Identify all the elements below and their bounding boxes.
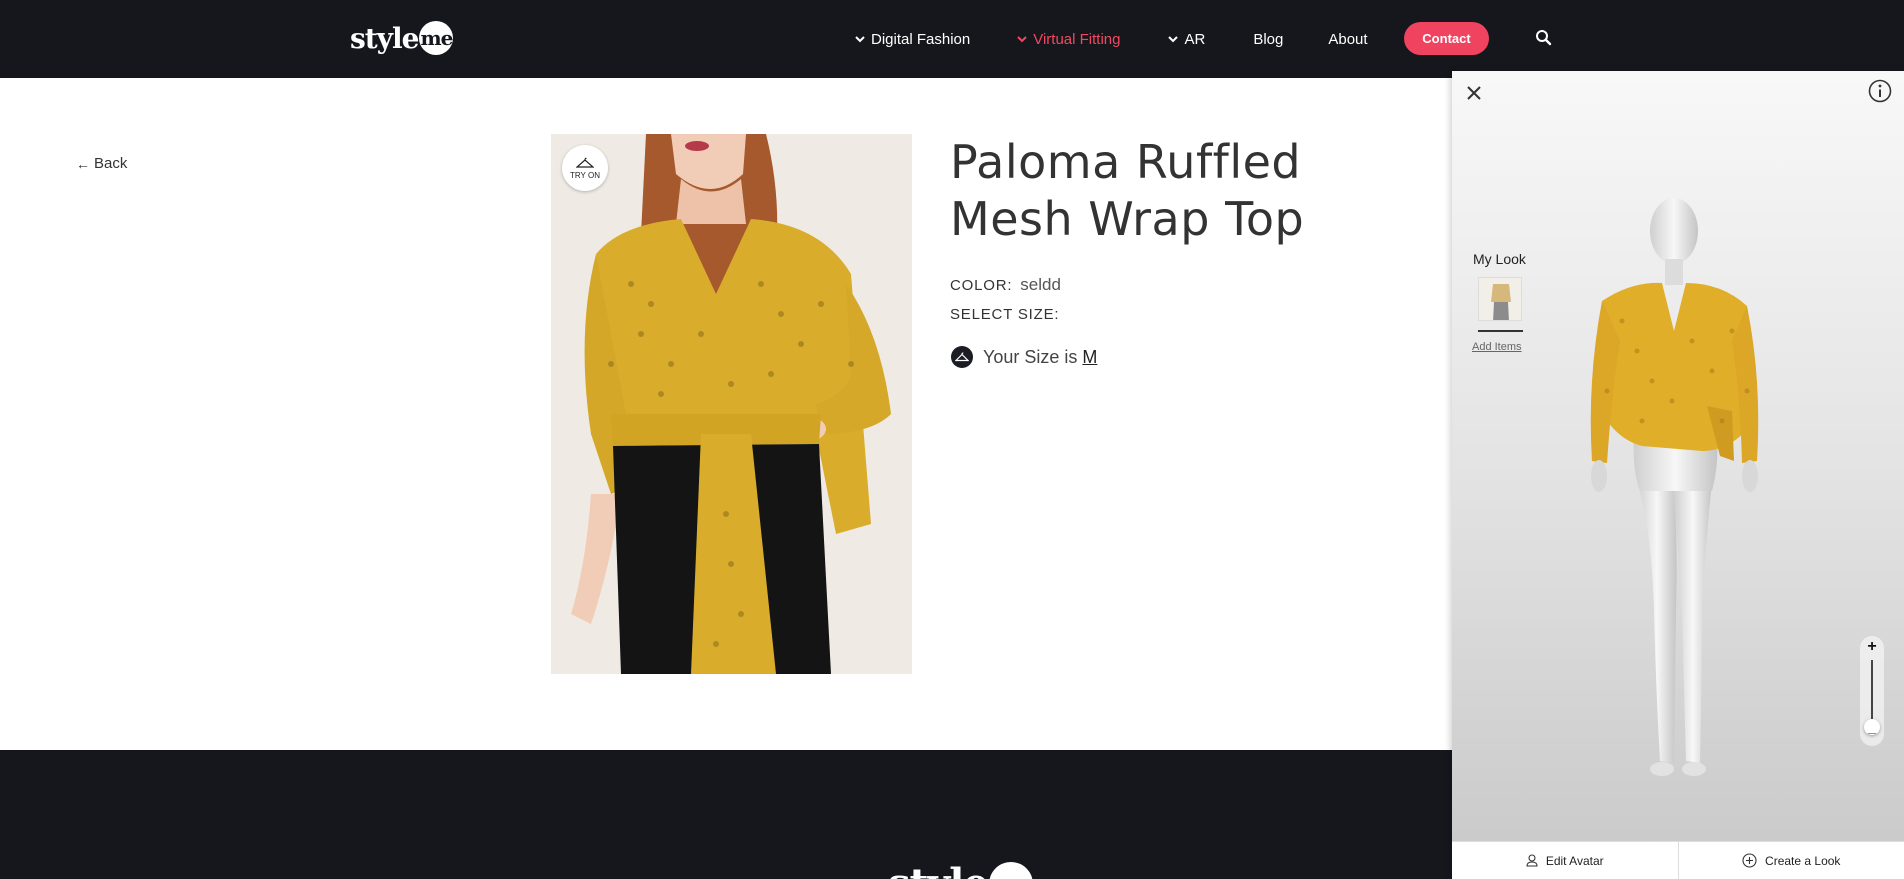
color-value: seldd	[1020, 275, 1061, 294]
close-icon[interactable]	[1464, 83, 1484, 103]
back-label: Back	[94, 155, 128, 172]
my-look-title: My Look	[1473, 251, 1526, 267]
nav-ar[interactable]: AR	[1168, 31, 1205, 48]
your-size-text: Your Size is	[983, 346, 1078, 367]
create-look-button[interactable]: Create a Look	[1677, 842, 1904, 879]
try-on-label: TRY ON	[570, 170, 600, 180]
edit-avatar-label: Edit Avatar	[1545, 853, 1604, 868]
color-label: COLOR:	[950, 277, 1013, 294]
select-size-label: SELECT SIZE:	[950, 306, 1060, 323]
nav-label: Blog	[1253, 30, 1284, 48]
chevron-down-icon	[1168, 35, 1179, 43]
look-item-thumbnail[interactable]	[1478, 277, 1522, 321]
hanger-icon	[951, 346, 973, 368]
nav-digital-fashion[interactable]: Digital Fashion	[855, 31, 970, 48]
plus-circle-icon	[1742, 853, 1757, 868]
zoom-slider[interactable]: + –	[1860, 636, 1884, 746]
create-look-label: Create a Look	[1765, 853, 1841, 868]
nav-label: About	[1328, 30, 1368, 48]
back-link[interactable]: ← Back	[76, 155, 127, 172]
add-items-link[interactable]: Add Items	[1472, 341, 1522, 353]
your-size-value[interactable]: M	[1082, 347, 1097, 368]
edit-avatar-button[interactable]: Edit Avatar	[1452, 842, 1678, 879]
your-size-row[interactable]: Your Size is M	[951, 346, 1097, 368]
try-on-button[interactable]: TRY ON	[562, 145, 608, 191]
chevron-down-icon	[855, 35, 865, 43]
footer-logo[interactable]: style me	[888, 860, 1033, 879]
selected-indicator	[1478, 330, 1523, 332]
zoom-track[interactable]	[1871, 660, 1873, 726]
select-size-row: SELECT SIZE:	[950, 306, 1059, 323]
nav-about[interactable]: About	[1328, 31, 1367, 48]
chevron-down-icon	[1017, 35, 1027, 43]
nav-blog[interactable]: Blog	[1253, 31, 1283, 48]
panel-footer: Edit Avatar Create a Look	[1452, 841, 1904, 879]
nav-label: AR	[1184, 30, 1206, 48]
color-row: COLOR: seldd	[950, 275, 1061, 295]
site-header: style me Digital Fashion Virtual Fitting…	[0, 0, 1904, 78]
search-icon[interactable]	[1535, 29, 1553, 47]
main-nav: Digital Fashion Virtual Fitting AR Blog …	[855, 0, 1415, 78]
hanger-icon	[576, 157, 594, 168]
arrow-left-icon: ←	[76, 155, 90, 172]
model-photo	[551, 134, 912, 674]
logo-circle: me	[419, 21, 454, 55]
zoom-in-icon[interactable]: +	[1860, 638, 1884, 656]
logo-circle: me	[988, 861, 1033, 879]
brand-logo[interactable]: style me	[350, 20, 454, 56]
nav-label: Digital Fashion	[871, 30, 971, 48]
zoom-out-icon[interactable]: –	[1860, 724, 1884, 740]
nav-virtual-fitting[interactable]: Virtual Fitting	[1017, 31, 1120, 48]
product-title: Paloma Ruffled Mesh Wrap Top	[950, 135, 1305, 246]
info-icon[interactable]	[1868, 79, 1892, 103]
avatar-icon	[1526, 854, 1538, 867]
logo-text: style	[350, 21, 419, 55]
contact-button[interactable]: Contact	[1404, 22, 1489, 55]
logo-text: style	[888, 860, 989, 879]
product-image[interactable]: TRY ON	[551, 134, 912, 674]
virtual-fitting-panel: My Look Add Items + – Edit Avatar Create…	[1452, 71, 1904, 879]
nav-label: Virtual Fitting	[1033, 30, 1121, 48]
avatar-3d-model[interactable]	[1582, 191, 1762, 811]
